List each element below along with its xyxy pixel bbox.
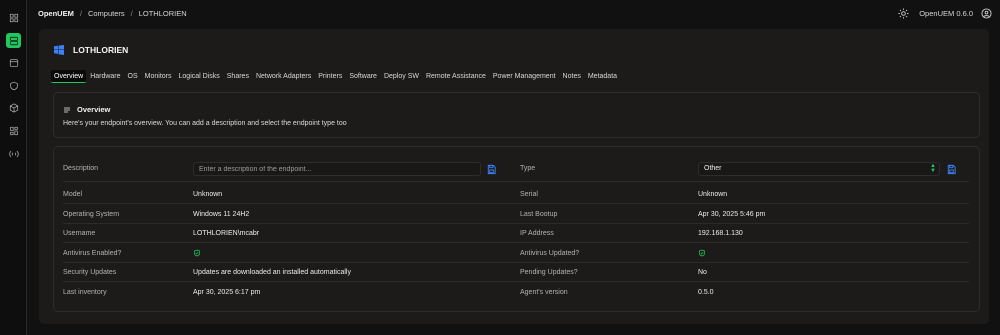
bootup-label: Last Bootup xyxy=(520,211,558,218)
details-row: Description Type Other ▲▼ xyxy=(63,156,969,182)
overview-card: Overview Here's your endpoint's overview… xyxy=(53,92,980,138)
details-row: Security Updates Updates are downloaded … xyxy=(63,263,969,282)
page-header: LOTHLORIEN xyxy=(53,44,128,56)
theme-toggle-icon[interactable] xyxy=(898,8,909,19)
details-row: Username LOTHLORIEN\mcabr IP Address 192… xyxy=(63,224,969,243)
antivirus-updated-label: Antivirus Updated? xyxy=(520,250,580,257)
type-select-value: Other xyxy=(704,165,722,172)
pending-updates-value: No xyxy=(698,269,707,276)
security-updates-label: Security Updates xyxy=(63,269,117,276)
type-select[interactable]: Other ▲ ▼ xyxy=(698,162,940,176)
details-row: Antivirus Enabled? Antivirus Updated? xyxy=(63,244,969,263)
description-label: Description xyxy=(63,165,99,172)
shield-check-icon xyxy=(698,249,706,257)
tab-metadata[interactable]: Metadata xyxy=(585,70,620,83)
top-bar: OpenUEM / Computers / LOTHLORIEN OpenUEM… xyxy=(28,0,1000,27)
antivirus-enabled-status xyxy=(193,244,201,263)
package-icon[interactable] xyxy=(6,100,21,115)
breadcrumb-home[interactable]: OpenUEM xyxy=(38,9,74,18)
ip-value: 192.168.1.130 xyxy=(698,230,743,237)
remote-icon[interactable] xyxy=(6,146,21,161)
save-icon xyxy=(487,164,496,175)
tab-hardware[interactable]: Hardware xyxy=(87,70,123,83)
tab-notes[interactable]: Notes xyxy=(560,70,584,83)
description-input[interactable] xyxy=(193,162,481,176)
app-version: OpenUEM 0.6.0 xyxy=(919,9,973,18)
tab-monitors[interactable]: Monitors xyxy=(142,70,175,83)
page-title: LOTHLORIEN xyxy=(73,45,129,55)
user-avatar-icon[interactable] xyxy=(981,8,992,19)
last-inventory-label: Last inventory xyxy=(63,289,107,296)
overview-description: Here's your endpoint's overview. You can… xyxy=(63,120,347,127)
details-card: Description Type Other ▲▼ Model Unknown … xyxy=(53,146,980,312)
agent-version-label: Agent's version xyxy=(520,289,568,296)
tab-shares[interactable]: Shares xyxy=(224,70,252,83)
tab-deploy-sw[interactable]: Deploy SW xyxy=(381,70,422,83)
tab-power-management[interactable]: Power Management xyxy=(490,70,559,83)
shield-check-icon xyxy=(193,249,201,257)
antivirus-enabled-label: Antivirus Enabled? xyxy=(63,250,122,257)
overview-title: Overview xyxy=(77,105,111,114)
last-inventory-value: Apr 30, 2025 6:17 pm xyxy=(193,289,261,296)
serial-label: Serial xyxy=(520,191,538,198)
model-value: Unknown xyxy=(193,191,223,198)
breadcrumb-computers[interactable]: Computers xyxy=(88,9,125,18)
os-label: Operating System xyxy=(63,211,120,218)
details-row: Last inventory Apr 30, 2025 6:17 pm Agen… xyxy=(63,283,969,302)
main-content: LOTHLORIEN Overview Hardware OS Monitors… xyxy=(39,29,989,324)
tab-bar: Overview Hardware OS Monitors Logical Di… xyxy=(51,70,621,83)
tab-network-adapters[interactable]: Network Adapters xyxy=(253,70,314,83)
tab-software[interactable]: Software xyxy=(346,70,380,83)
breadcrumb-current: LOTHLORIEN xyxy=(138,9,187,18)
details-row: Model Unknown Serial Unknown xyxy=(63,185,969,204)
details-row: Operating System Windows 11 24H2 Last Bo… xyxy=(63,205,969,224)
window-icon[interactable] xyxy=(6,55,21,70)
serial-value: Unknown xyxy=(698,191,728,198)
computers-icon[interactable] xyxy=(6,33,21,48)
tab-os[interactable]: OS xyxy=(125,70,141,83)
save-description-button[interactable] xyxy=(486,164,497,175)
antivirus-updated-status xyxy=(698,244,706,263)
sites-icon[interactable] xyxy=(6,123,21,138)
list-icon xyxy=(64,107,70,112)
pending-updates-label: Pending Updates? xyxy=(520,269,578,276)
chevron-up-down-icon: ▲ ▼ xyxy=(930,163,936,174)
sidebar xyxy=(0,0,27,335)
bootup-value: Apr 30, 2025 5:46 pm xyxy=(698,211,766,218)
breadcrumb-separator: / xyxy=(130,9,133,18)
tab-overview[interactable]: Overview xyxy=(51,70,87,83)
tab-remote-assistance[interactable]: Remote Assistance xyxy=(423,70,489,83)
model-label: Model xyxy=(63,191,83,198)
breadcrumb-separator: / xyxy=(79,9,82,18)
dashboard-icon[interactable] xyxy=(6,10,21,25)
ip-label: IP Address xyxy=(520,230,554,237)
type-label: Type xyxy=(520,165,536,172)
save-type-button[interactable] xyxy=(946,164,957,175)
username-label: Username xyxy=(63,230,96,237)
tab-printers[interactable]: Printers xyxy=(315,70,345,83)
security-updates-value: Updates are downloaded an installed auto… xyxy=(193,269,351,276)
agent-version-value: 0.5.0 xyxy=(698,289,714,296)
username-value: LOTHLORIEN\mcabr xyxy=(193,230,260,237)
windows-icon xyxy=(54,45,64,55)
tab-logical-disks[interactable]: Logical Disks xyxy=(176,70,223,83)
os-value: Windows 11 24H2 xyxy=(193,211,250,218)
shield-icon[interactable] xyxy=(6,78,21,93)
save-icon xyxy=(947,164,956,175)
